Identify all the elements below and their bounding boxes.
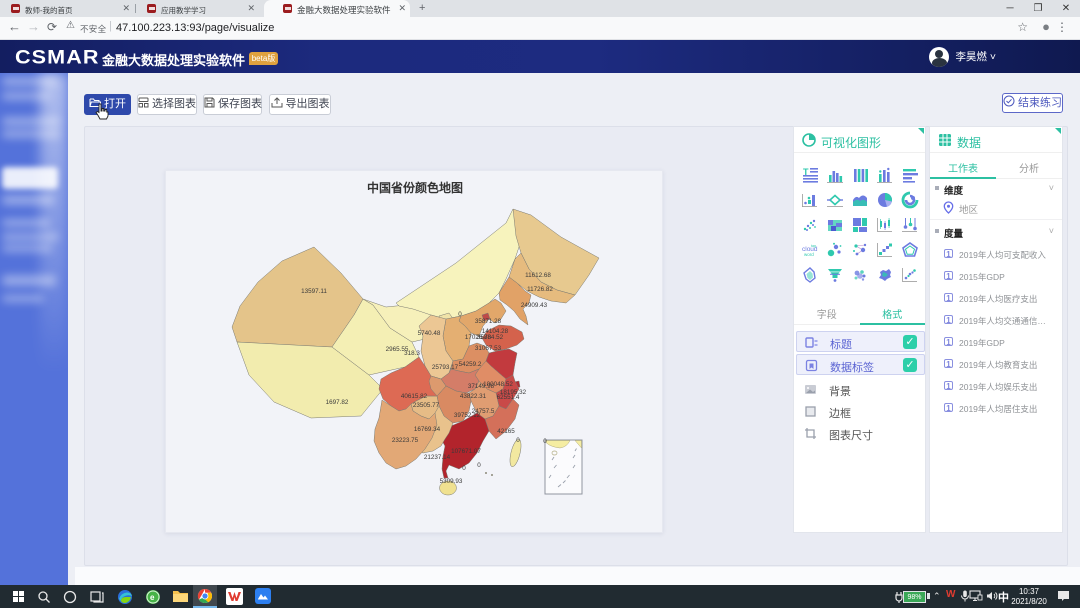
svg-text:107671.07: 107671.07 (451, 448, 481, 455)
svg-text:35871.28: 35871.28 (475, 318, 502, 325)
svg-text:11726.82: 11726.82 (527, 286, 553, 293)
svg-text:5309.93: 5309.93 (440, 478, 463, 485)
svg-text:42165: 42165 (497, 428, 515, 435)
svg-text:21237.14: 21237.14 (424, 454, 451, 461)
svg-text:43822.31: 43822.31 (460, 393, 487, 400)
svg-text:54259.2: 54259.2 (459, 361, 482, 368)
svg-text:0: 0 (516, 437, 520, 444)
svg-text:5740.48: 5740.48 (418, 330, 441, 337)
svg-text:13597.11: 13597.11 (301, 288, 327, 295)
svg-text:0: 0 (462, 465, 466, 472)
svg-text:24909.43: 24909.43 (521, 302, 548, 309)
svg-text:0: 0 (477, 462, 481, 469)
svg-text:100048.52: 100048.52 (483, 381, 513, 388)
svg-text:17026.78: 17026.78 (465, 334, 492, 341)
svg-text:31067.53: 31067.53 (475, 345, 502, 352)
svg-text:0: 0 (458, 311, 462, 318)
svg-text:23223.75: 23223.75 (392, 437, 419, 444)
svg-text:tag: tag (811, 244, 816, 248)
svg-text:39752.12: 39752.12 (454, 412, 481, 419)
svg-text:11612.68: 11612.68 (525, 272, 551, 279)
svg-text:e: e (150, 593, 155, 602)
svg-text:25793.17: 25793.17 (432, 364, 459, 371)
svg-text:62551.4: 62551.4 (497, 394, 520, 401)
svg-text:16769.34: 16769.34 (414, 426, 441, 433)
svg-text:word: word (804, 252, 814, 257)
svg-text:318.3: 318.3 (404, 350, 420, 357)
svg-text:1697.82: 1697.82 (326, 399, 349, 406)
svg-text:40615.82: 40615.82 (401, 393, 428, 400)
svg-text:23505.77: 23505.77 (413, 402, 440, 409)
svg-text:0: 0 (543, 438, 547, 445)
